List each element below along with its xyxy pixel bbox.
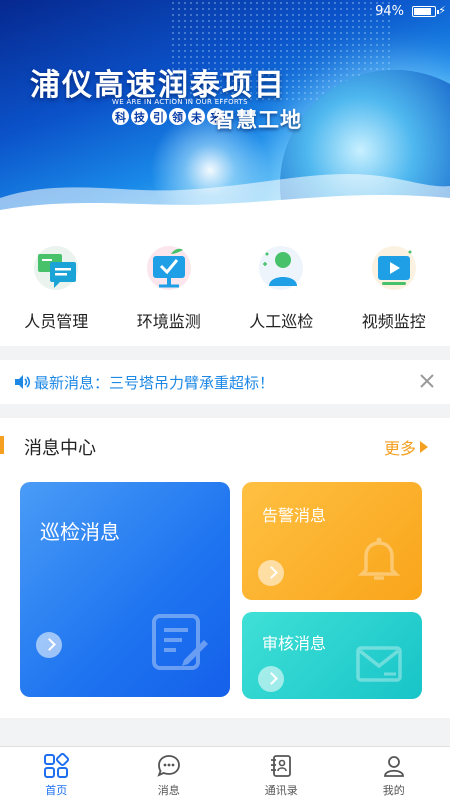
- banner-subtitle: 智慧工地: [214, 108, 302, 132]
- person-icon: [259, 246, 304, 290]
- quick-item-environment[interactable]: 环境监测: [113, 228, 226, 346]
- message-center: 消息中心 更多 巡检消息 告警消息 审核消息: [0, 418, 450, 718]
- video-play-icon: [371, 246, 416, 290]
- triangle-right-icon: [420, 441, 428, 453]
- banner-tag: 领: [169, 108, 186, 125]
- banner-tag: 科: [112, 108, 129, 125]
- banner-wave: [0, 173, 450, 228]
- bottom-tab-bar: 首页 消息 通讯录 我的: [0, 746, 450, 800]
- quick-label: 人员管理: [24, 312, 89, 331]
- status-bar: 94% ⚡: [0, 0, 450, 22]
- section-marker: [0, 436, 4, 454]
- plant-check-icon: [146, 246, 191, 290]
- user-icon: [383, 756, 404, 777]
- chat-people-icon: [34, 246, 79, 290]
- banner-tag: 未: [188, 108, 205, 125]
- tab-mine[interactable]: 我的: [338, 747, 450, 800]
- banner-tags: 科 技 引 领 未 来: [112, 108, 224, 125]
- notice-bar[interactable]: 最新消息：三号塔吊力臂承重超标！: [0, 360, 450, 404]
- charging-icon: ⚡: [438, 4, 446, 17]
- contacts-icon: [271, 755, 292, 777]
- quick-label: 环境监测: [136, 312, 201, 331]
- quick-label: 视频监控: [361, 312, 426, 331]
- warning-message-card[interactable]: 告警消息: [242, 482, 422, 600]
- more-label: 更多: [383, 439, 416, 458]
- battery-icon: [412, 6, 439, 17]
- close-icon[interactable]: [416, 370, 438, 392]
- audit-message-card[interactable]: 审核消息: [242, 612, 422, 699]
- tab-label: 我的: [382, 784, 405, 797]
- tab-messages[interactable]: 消息: [113, 747, 226, 800]
- note-edit-icon: [152, 614, 208, 670]
- arrow-right-icon[interactable]: [258, 560, 284, 586]
- speaker-icon: [15, 375, 31, 389]
- arrow-right-icon[interactable]: [258, 666, 284, 692]
- project-banner: 浦仪高速润泰项目 WE ARE IN ACTION IN OUR EFFORTS…: [0, 0, 450, 228]
- inspection-message-card[interactable]: 巡检消息: [20, 482, 230, 697]
- card-label: 巡检消息: [40, 520, 120, 544]
- notice-text: 最新消息：三号塔吊力臂承重超标！: [34, 373, 275, 392]
- quick-item-inspection[interactable]: 人工巡检: [225, 228, 338, 346]
- card-label: 告警消息: [262, 506, 327, 525]
- quick-label: 人工巡检: [249, 312, 314, 331]
- arrow-right-icon[interactable]: [36, 632, 62, 658]
- banner-tag: 引: [150, 108, 167, 125]
- tab-label: 首页: [45, 784, 68, 797]
- message-center-title: 消息中心: [24, 438, 96, 459]
- message-bubble-icon: [157, 755, 180, 777]
- home-grid-icon: [44, 753, 70, 778]
- quick-item-personnel[interactable]: 人员管理: [0, 228, 113, 346]
- quick-nav: 人员管理 环境监测 人工巡检 视频监控: [0, 228, 450, 346]
- quick-item-video[interactable]: 视频监控: [338, 228, 450, 346]
- banner-tag: 技: [131, 108, 148, 125]
- card-label: 审核消息: [262, 634, 327, 653]
- bell-icon: [357, 537, 401, 580]
- tab-home[interactable]: 首页: [0, 747, 113, 800]
- tab-contacts[interactable]: 通讯录: [225, 747, 338, 800]
- more-link[interactable]: 更多: [384, 435, 428, 459]
- battery-percent: 94%: [375, 4, 404, 19]
- mail-icon: [356, 646, 402, 682]
- tab-label: 通讯录: [264, 784, 298, 797]
- tab-label: 消息: [157, 784, 180, 797]
- home-screen: 浦仪高速润泰项目 WE ARE IN ACTION IN OUR EFFORTS…: [0, 0, 450, 800]
